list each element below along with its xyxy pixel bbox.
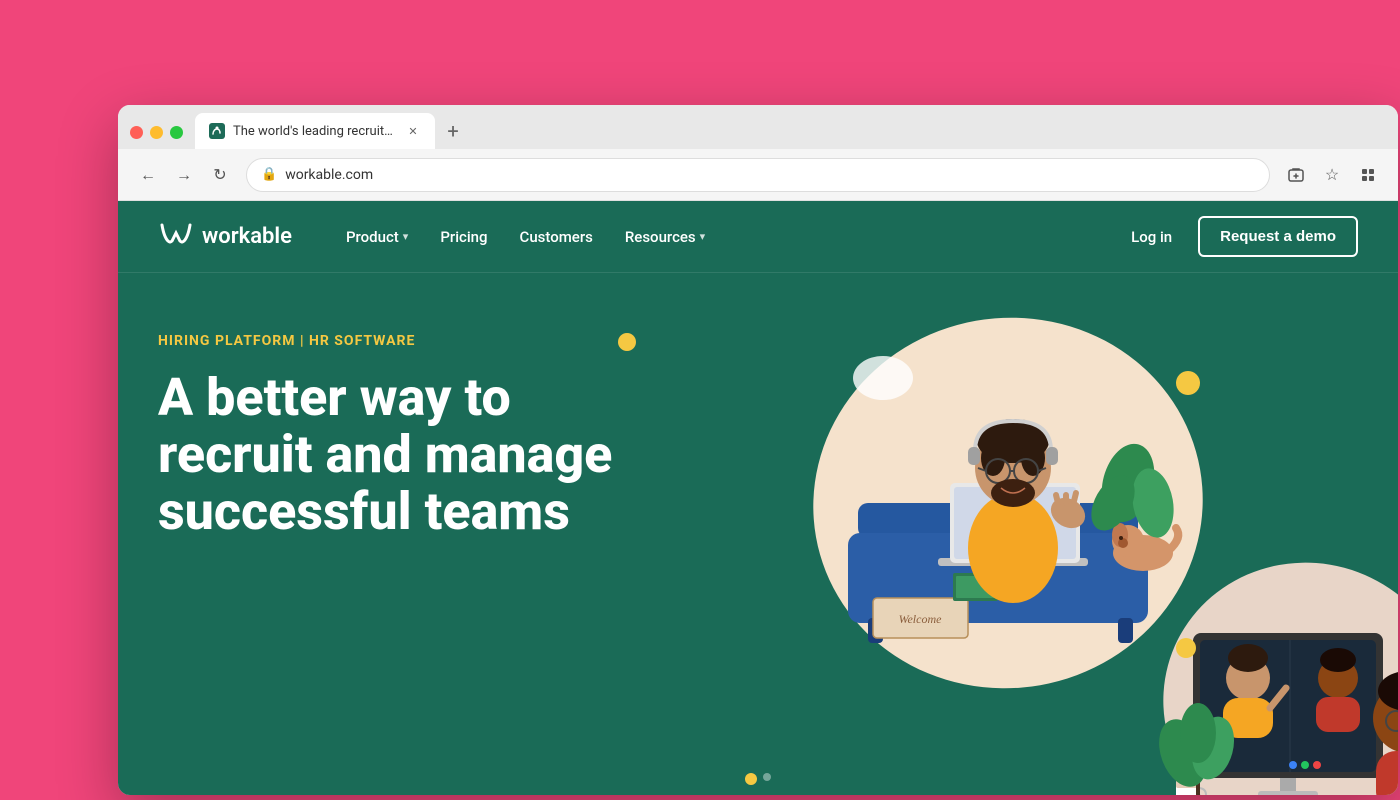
resources-chevron-icon: ▾ <box>700 230 706 243</box>
tab-bar: The world's leading recruiting ✕ + <box>118 105 1398 149</box>
new-tab-button[interactable]: + <box>439 117 467 145</box>
logo-icon <box>158 219 194 254</box>
demo-button[interactable]: Request a demo <box>1198 216 1358 257</box>
nav-links: Product ▾ Pricing Customers Resources ▾ <box>332 220 1117 254</box>
browser-window: The world's leading recruiting ✕ + ← → ↻… <box>118 105 1398 795</box>
tab-close-button[interactable]: ✕ <box>405 123 421 139</box>
site-nav: workable Product ▾ Pricing Customers Res… <box>118 201 1398 273</box>
nav-resources[interactable]: Resources ▾ <box>611 220 719 254</box>
hero-headline: A better way to recruit and manage succe… <box>158 369 738 541</box>
nav-pricing[interactable]: Pricing <box>426 220 501 254</box>
nav-buttons: ← → ↻ <box>134 161 234 189</box>
minimize-button[interactable] <box>150 126 163 139</box>
maximize-button[interactable] <box>170 126 183 139</box>
address-bar: ← → ↻ 🔒 workable.com ☆ <box>118 149 1398 201</box>
hero-illustration: Welcome <box>778 293 1398 795</box>
tab-favicon <box>209 123 225 139</box>
nav-product[interactable]: Product ▾ <box>332 220 422 254</box>
url-text: workable.com <box>285 167 1255 183</box>
close-button[interactable] <box>130 126 143 139</box>
url-bar[interactable]: 🔒 workable.com <box>246 158 1270 192</box>
bottom-decoration <box>745 773 771 785</box>
tab-title: The world's leading recruiting <box>233 124 393 139</box>
forward-button[interactable]: → <box>170 161 198 189</box>
screenshot-icon[interactable] <box>1282 161 1310 189</box>
login-button[interactable]: Log in <box>1117 220 1186 254</box>
back-button[interactable]: ← <box>134 161 162 189</box>
nav-customers[interactable]: Customers <box>506 220 607 254</box>
nav-actions: Log in Request a demo <box>1117 216 1358 257</box>
security-icon: 🔒 <box>261 167 277 182</box>
decoration-dot-yellow <box>618 333 636 351</box>
bookmark-icon[interactable]: ☆ <box>1318 161 1346 189</box>
website-content: workable Product ▾ Pricing Customers Res… <box>118 201 1398 795</box>
window-controls <box>130 126 183 149</box>
logo-text: workable <box>202 224 292 249</box>
product-chevron-icon: ▾ <box>403 230 409 243</box>
active-tab[interactable]: The world's leading recruiting ✕ <box>195 113 435 149</box>
secondary-blob-svg <box>1138 533 1398 795</box>
logo[interactable]: workable <box>158 219 292 254</box>
hero-section: HIRING PLATFORM | HR SOFTWARE A better w… <box>118 273 1398 795</box>
extensions-icon[interactable] <box>1354 161 1382 189</box>
reload-button[interactable]: ↻ <box>206 161 234 189</box>
svg-text:Welcome: Welcome <box>899 612 943 626</box>
address-actions: ☆ <box>1282 161 1382 189</box>
